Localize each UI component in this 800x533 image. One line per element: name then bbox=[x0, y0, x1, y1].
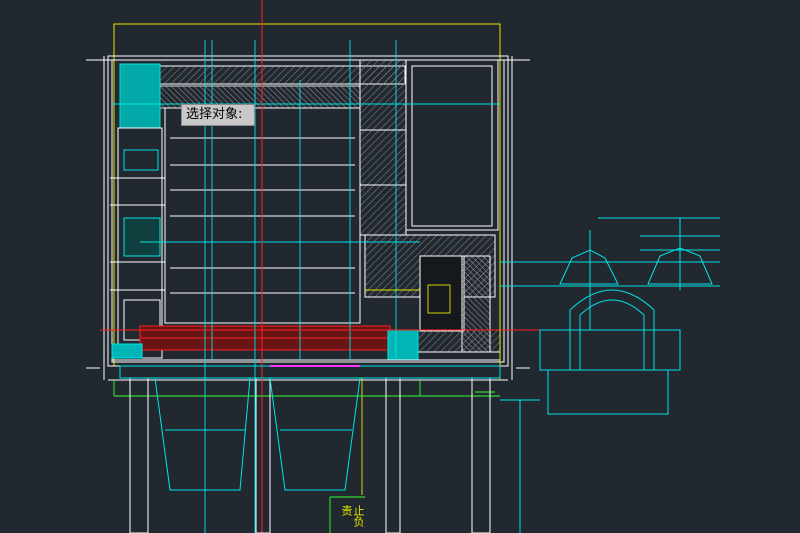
left-column bbox=[110, 63, 165, 359]
vertical-annotation: 止负责 bbox=[340, 505, 365, 527]
cad-viewport[interactable]: 选择对象: 止负责 bbox=[0, 0, 800, 533]
green-lines bbox=[113, 380, 500, 533]
command-prompt: 选择对象: bbox=[181, 104, 255, 126]
drawing-canvas[interactable] bbox=[0, 0, 800, 533]
hoppers bbox=[154, 377, 361, 491]
foundation-piles bbox=[119, 365, 501, 533]
right-elevation bbox=[500, 217, 720, 533]
